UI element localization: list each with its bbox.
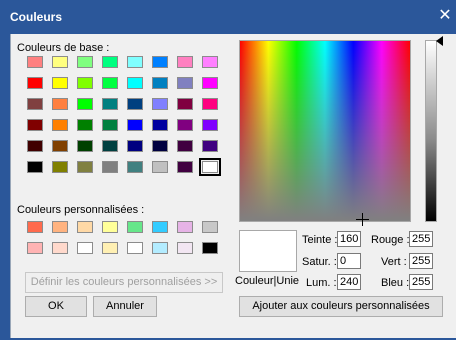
color-swatch[interactable] bbox=[77, 77, 93, 89]
color-swatch[interactable] bbox=[102, 242, 118, 254]
color-spectrum[interactable] bbox=[239, 40, 411, 226]
color-swatch[interactable] bbox=[202, 77, 218, 89]
hue-label: Teinte : bbox=[302, 234, 338, 246]
color-swatch[interactable] bbox=[177, 119, 193, 131]
color-swatch[interactable] bbox=[177, 77, 193, 89]
color-swatch[interactable] bbox=[102, 119, 118, 131]
color-swatch[interactable] bbox=[152, 140, 168, 152]
color-swatch[interactable] bbox=[102, 56, 118, 68]
color-swatch[interactable] bbox=[27, 242, 43, 254]
color-swatch[interactable] bbox=[152, 242, 168, 254]
color-swatch[interactable] bbox=[202, 140, 218, 152]
color-swatch[interactable] bbox=[27, 98, 43, 110]
color-swatch[interactable] bbox=[177, 221, 193, 233]
dialog-panel: Couleurs de base : Couleurs personnalisé… bbox=[11, 34, 456, 338]
color-swatch[interactable] bbox=[202, 221, 218, 233]
color-swatch[interactable] bbox=[52, 119, 68, 131]
color-swatch[interactable] bbox=[177, 56, 193, 68]
color-dialog-window: Couleurs ✕ Couleurs de base : Couleurs p… bbox=[0, 0, 456, 340]
cancel-button[interactable]: Annuler bbox=[93, 296, 157, 317]
color-swatch[interactable] bbox=[127, 56, 143, 68]
color-swatch[interactable] bbox=[52, 77, 68, 89]
color-swatch[interactable] bbox=[152, 56, 168, 68]
green-label: Vert : bbox=[381, 256, 407, 268]
basic-colors-grid bbox=[27, 56, 239, 226]
color-swatch[interactable] bbox=[152, 98, 168, 110]
color-swatch[interactable] bbox=[77, 140, 93, 152]
red-input[interactable] bbox=[409, 231, 433, 247]
color-swatch[interactable] bbox=[127, 221, 143, 233]
color-swatch[interactable] bbox=[77, 56, 93, 68]
color-swatch[interactable] bbox=[77, 98, 93, 110]
color-swatch[interactable] bbox=[127, 161, 143, 173]
basic-colors-label: Couleurs de base : bbox=[17, 42, 110, 54]
color-swatch[interactable] bbox=[152, 119, 168, 131]
color-swatch[interactable] bbox=[152, 77, 168, 89]
color-swatch[interactable] bbox=[52, 242, 68, 254]
spectrum-crosshair bbox=[356, 213, 369, 226]
color-swatch[interactable] bbox=[152, 161, 168, 173]
color-swatch[interactable] bbox=[77, 161, 93, 173]
color-swatch[interactable] bbox=[77, 119, 93, 131]
color-swatch[interactable] bbox=[27, 221, 43, 233]
color-swatch[interactable] bbox=[177, 98, 193, 110]
color-swatch[interactable] bbox=[127, 242, 143, 254]
color-swatch[interactable] bbox=[52, 221, 68, 233]
dialog-body: Couleurs de base : Couleurs personnalisé… bbox=[10, 34, 456, 338]
custom-colors-label: Couleurs personnalisées : bbox=[17, 204, 145, 216]
color-swatch[interactable] bbox=[52, 56, 68, 68]
color-swatch[interactable] bbox=[202, 242, 218, 254]
color-swatch[interactable] bbox=[27, 56, 43, 68]
color-swatch[interactable] bbox=[102, 140, 118, 152]
close-icon[interactable]: ✕ bbox=[436, 6, 454, 26]
color-swatch[interactable] bbox=[102, 161, 118, 173]
color-swatch[interactable] bbox=[52, 140, 68, 152]
saturation-label: Satur. : bbox=[302, 256, 337, 268]
color-swatch[interactable] bbox=[127, 98, 143, 110]
color-swatch[interactable] bbox=[177, 140, 193, 152]
color-swatch[interactable] bbox=[102, 77, 118, 89]
luminance-slider-arrow-icon[interactable] bbox=[436, 36, 443, 46]
titlebar: Couleurs ✕ bbox=[0, 0, 456, 34]
color-swatch[interactable] bbox=[52, 161, 68, 173]
blue-input[interactable] bbox=[409, 274, 433, 290]
color-swatch[interactable] bbox=[127, 140, 143, 152]
hue-input[interactable] bbox=[337, 231, 361, 247]
custom-colors-grid bbox=[27, 221, 239, 261]
color-swatch[interactable] bbox=[127, 119, 143, 131]
color-swatch[interactable] bbox=[27, 161, 43, 173]
define-custom-colors-button[interactable]: Définir les couleurs personnalisées >> bbox=[25, 272, 223, 293]
color-swatch[interactable] bbox=[127, 77, 143, 89]
color-swatch[interactable] bbox=[152, 221, 168, 233]
color-swatch[interactable] bbox=[102, 98, 118, 110]
color-swatch[interactable] bbox=[27, 77, 43, 89]
color-swatch[interactable] bbox=[27, 119, 43, 131]
luminance-label: Lum. : bbox=[306, 277, 337, 289]
color-solid-label: Couleur|Unie bbox=[235, 275, 300, 287]
color-preview bbox=[239, 230, 297, 272]
window-title: Couleurs bbox=[10, 10, 63, 24]
color-swatch[interactable] bbox=[77, 242, 93, 254]
color-swatch[interactable] bbox=[202, 119, 218, 131]
color-swatch[interactable] bbox=[202, 98, 218, 110]
color-swatch[interactable] bbox=[199, 158, 221, 176]
luminance-slider[interactable] bbox=[425, 40, 437, 222]
luminance-input[interactable] bbox=[337, 274, 361, 290]
color-swatch[interactable] bbox=[202, 56, 218, 68]
saturation-input[interactable] bbox=[337, 253, 361, 269]
color-swatch[interactable] bbox=[27, 140, 43, 152]
blue-label: Bleu : bbox=[381, 277, 410, 289]
color-swatch[interactable] bbox=[102, 221, 118, 233]
color-swatch[interactable] bbox=[52, 98, 68, 110]
add-to-custom-colors-button[interactable]: Ajouter aux couleurs personnalisées bbox=[239, 296, 443, 317]
color-swatch[interactable] bbox=[177, 242, 193, 254]
color-swatch[interactable] bbox=[77, 221, 93, 233]
ok-button[interactable]: OK bbox=[25, 296, 87, 317]
red-label: Rouge : bbox=[371, 234, 410, 246]
color-swatch[interactable] bbox=[177, 161, 193, 173]
green-input[interactable] bbox=[409, 253, 433, 269]
